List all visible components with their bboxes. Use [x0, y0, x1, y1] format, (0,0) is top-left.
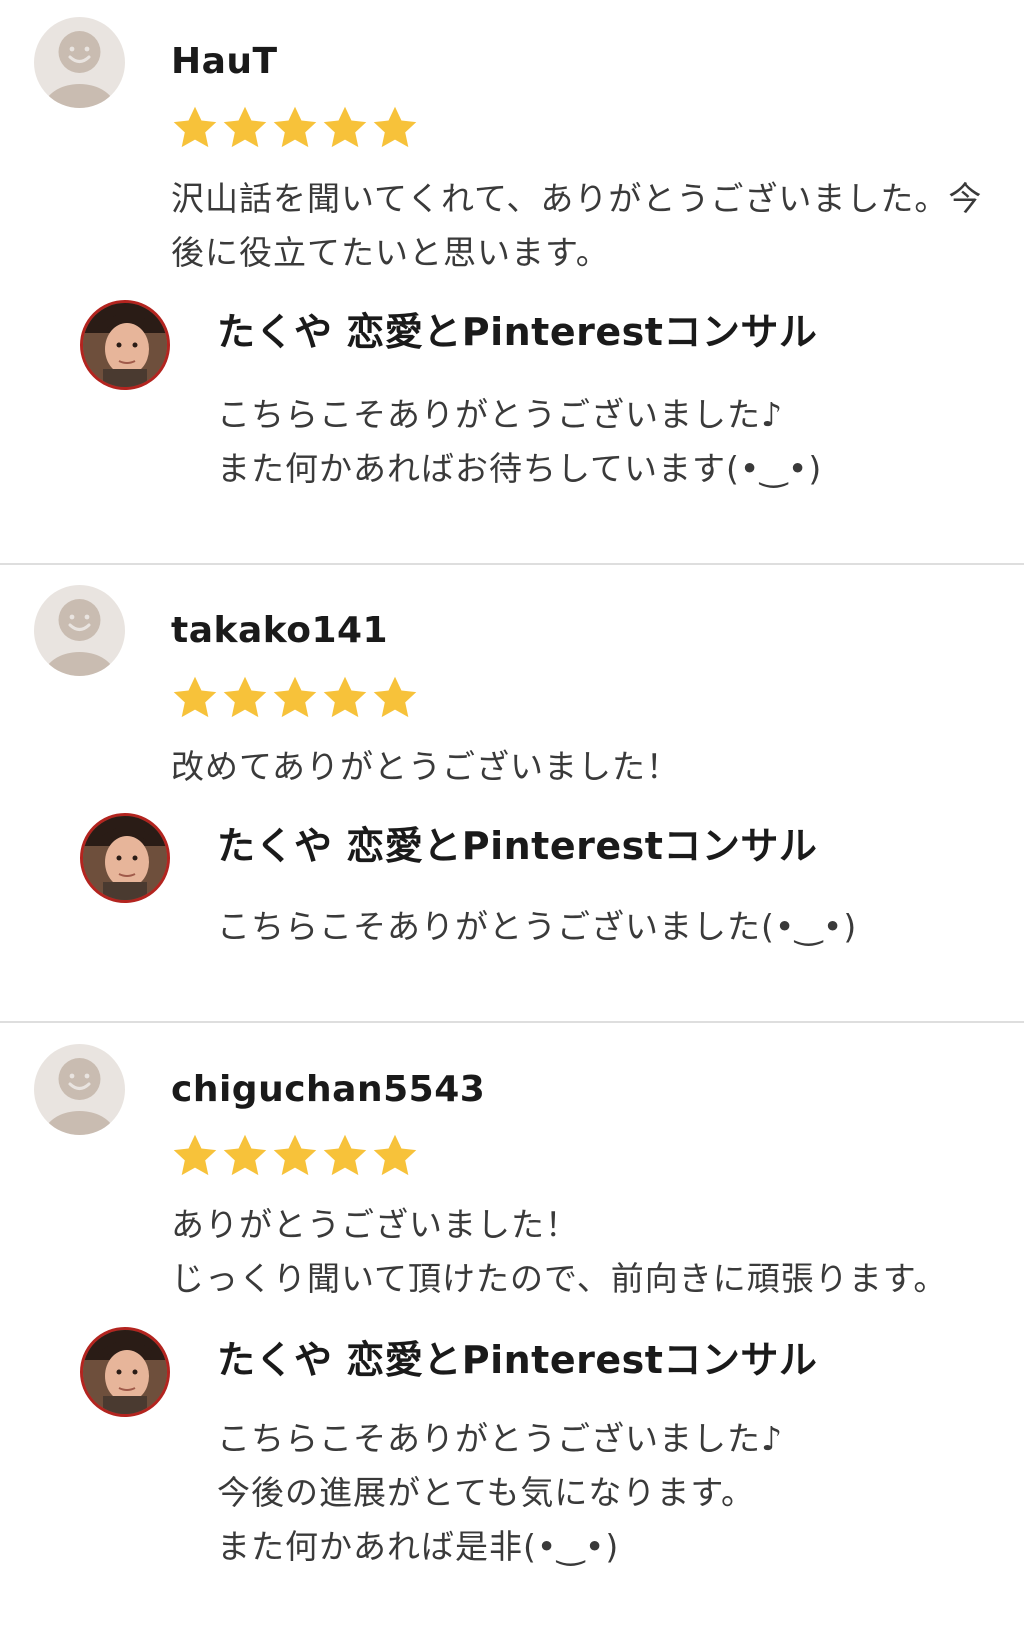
- star-icon: [273, 676, 317, 718]
- reviewer-username[interactable]: takako141: [171, 609, 388, 653]
- seller-name[interactable]: たくや 恋愛とPinterestコンサル: [217, 1337, 817, 1383]
- star-icon: [323, 1134, 367, 1176]
- star-icon: [223, 106, 267, 148]
- star-icon: [173, 1134, 217, 1176]
- star-icon: [323, 676, 367, 718]
- star-icon: [223, 676, 267, 718]
- rating-stars: [170, 1131, 420, 1183]
- star-icon: [373, 106, 417, 148]
- star-icon: [223, 1134, 267, 1176]
- review-comment: 沢山話を聞いてくれて、ありがとうございました。今 後に役立てたいと思います。: [171, 172, 996, 280]
- reviewer-username[interactable]: HauT: [171, 40, 278, 84]
- star-icon: [273, 1134, 317, 1176]
- seller-name[interactable]: たくや 恋愛とPinterestコンサル: [217, 823, 817, 869]
- seller-reply-line: こちらこそありがとうございました♪: [217, 395, 784, 434]
- star-icon: [173, 106, 217, 148]
- star-icon: [273, 106, 317, 148]
- seller-avatar[interactable]: [80, 813, 170, 903]
- reviewer-username[interactable]: chiguchan5543: [171, 1068, 485, 1112]
- review-item: chiguchan5543 ありがとうございました！ じっくり聞いて頂けたので、…: [0, 1024, 1024, 1641]
- seller-reply-line: こちらこそありがとうございました♪: [217, 1419, 784, 1458]
- star-icon: [373, 676, 417, 718]
- user-avatar-icon[interactable]: [34, 1044, 125, 1135]
- seller-reply-line: また何かあればお待ちしています(•‿•): [217, 449, 823, 488]
- seller-avatar[interactable]: [80, 300, 170, 390]
- star-icon: [323, 106, 367, 148]
- review-comment-line: 改めてありがとうございました！: [171, 747, 681, 786]
- review-item: takako141 改めてありがとうございました！ たくや 恋愛とPintere…: [0, 566, 1024, 1022]
- star-icon: [373, 1134, 417, 1176]
- divider: [0, 563, 1024, 565]
- user-avatar-icon[interactable]: [34, 585, 125, 676]
- review-item: HauT 沢山話を聞いてくれて、ありがとうございました。今 後に役立てたいと思い…: [0, 0, 1024, 564]
- review-comment-line: じっくり聞いて頂けたので、前向きに頑張ります。: [171, 1259, 948, 1298]
- divider: [0, 1021, 1024, 1023]
- seller-name[interactable]: たくや 恋愛とPinterestコンサル: [217, 309, 817, 355]
- user-avatar-icon[interactable]: [34, 17, 125, 108]
- review-comment-line: 沢山話を聞いてくれて、ありがとうございました。今: [171, 179, 983, 218]
- seller-reply: こちらこそありがとうございました♪ また何かあればお待ちしています(•‿•): [217, 388, 1004, 496]
- seller-reply-line: こちらこそありがとうございました(•‿•): [217, 907, 858, 946]
- seller-avatar[interactable]: [80, 1327, 170, 1417]
- review-comment-line: ありがとうございました！: [171, 1205, 579, 1244]
- star-icon: [173, 676, 217, 718]
- review-comment-line: 後に役立てたいと思います。: [171, 233, 610, 272]
- seller-reply: こちらこそありがとうございました♪ 今後の進展がとても気になります。 また何かあ…: [217, 1412, 1004, 1574]
- seller-reply-line: 今後の進展がとても気になります。: [217, 1473, 756, 1512]
- rating-stars: [170, 103, 420, 155]
- review-comment: ありがとうございました！ じっくり聞いて頂けたので、前向きに頑張ります。: [171, 1198, 996, 1306]
- rating-stars: [170, 673, 420, 725]
- seller-reply-line: また何かあれば是非(•‿•): [217, 1527, 620, 1566]
- seller-reply: こちらこそありがとうございました(•‿•): [217, 900, 1004, 954]
- review-comment: 改めてありがとうございました！: [171, 740, 996, 794]
